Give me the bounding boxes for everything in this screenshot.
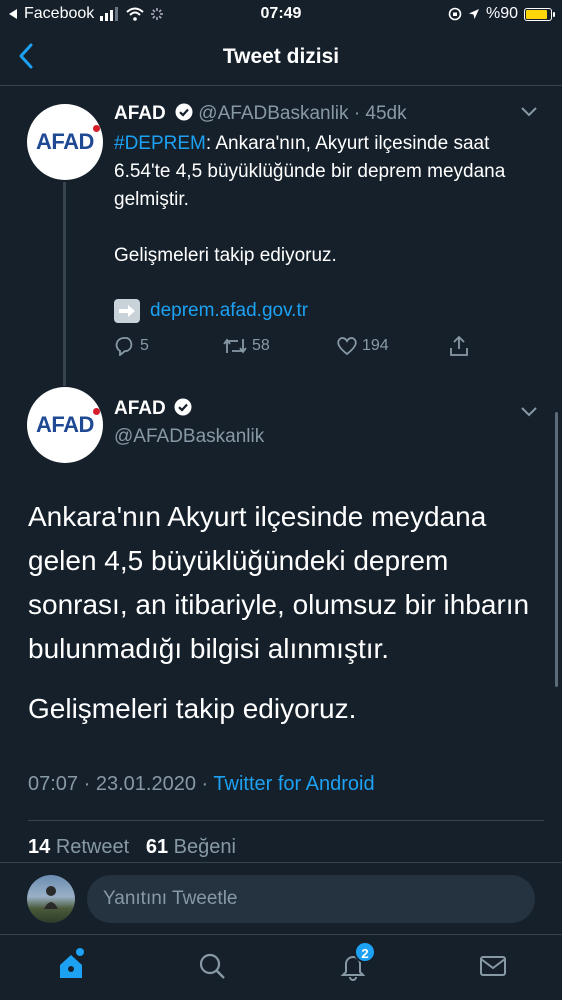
reply-action[interactable]: 5 [114, 336, 149, 356]
reply-count: 5 [140, 337, 149, 354]
link-row: deprem.afad.gov.tr [114, 299, 308, 323]
tweet-text: Ankara'nın Akyurt ilçesinde meydana gele… [28, 495, 543, 747]
user-avatar[interactable] [27, 875, 75, 923]
avatar[interactable]: AFAD [27, 104, 103, 180]
verified-badge-icon [174, 398, 192, 416]
battery-percent: %90 [485, 5, 518, 22]
afad-logo: AFAD [36, 125, 100, 155]
right-arrow-emoji-icon [114, 299, 140, 323]
orientation-lock-icon [448, 7, 462, 21]
thread-connector [63, 182, 66, 386]
retweet-icon [223, 338, 247, 354]
separator: · [353, 103, 361, 124]
tweet-body: Ankara'nın Akyurt ilçesinde meydana gele… [28, 501, 530, 664]
likes-stat[interactable]: 61 Beğeni [146, 836, 236, 858]
external-link[interactable]: deprem.afad.gov.tr [150, 300, 308, 322]
retweet-count: 58 [252, 337, 270, 354]
afad-logo: AFAD [36, 408, 100, 438]
tab-notifications[interactable]: 2 [338, 941, 376, 986]
engagement-counts: 14 Retweet 61 Beğeni [28, 836, 236, 859]
tab-messages[interactable] [478, 951, 508, 986]
tweet-meta: 07:07 · 23.01.2020 · Twitter for Android [28, 773, 375, 796]
verified-badge-icon [175, 103, 193, 121]
share-icon [450, 335, 468, 356]
tab-home[interactable] [56, 948, 86, 986]
nav-bar: Tweet dizisi [0, 30, 562, 86]
battery-icon [524, 7, 555, 21]
tweet-body-2: Gelişmeleri takip ediyoruz. [28, 693, 357, 724]
avatar[interactable]: AFAD [27, 387, 103, 463]
tab-search[interactable] [197, 951, 227, 986]
reply-bar: Yanıtını Tweetle [0, 862, 562, 934]
reply-icon [115, 337, 133, 356]
location-icon [468, 9, 479, 19]
chevron-down-icon[interactable] [520, 106, 538, 118]
mail-icon [480, 956, 506, 976]
tweet-time: 07:07 [28, 773, 79, 795]
author-name[interactable]: AFAD [114, 103, 166, 124]
author-handle[interactable]: @AFADBaskanlik [198, 103, 348, 124]
notification-badge: 2 [354, 941, 376, 963]
retweet-action[interactable]: 58 [222, 336, 270, 356]
client-link[interactable]: Twitter for Android [213, 773, 374, 795]
scrollbar[interactable] [555, 412, 558, 687]
tweet-header: AFAD [114, 398, 192, 420]
separator: · [83, 773, 91, 795]
like-count: 194 [362, 337, 389, 354]
tweet-text: #DEPREM: Ankara'nın, Akyurt ilçesinde sa… [114, 130, 544, 298]
new-content-dot [76, 948, 84, 956]
chevron-down-icon[interactable] [520, 406, 538, 418]
tweet-body-2: Gelişmeleri takip ediyoruz. [114, 245, 337, 266]
tweet-date: 23.01.2020 [95, 773, 196, 795]
status-bar: Facebook 07:49 %90 [0, 0, 562, 30]
tweet-actions: 5 58 194 [114, 334, 474, 360]
tweet-time[interactable]: 45dk [365, 103, 406, 124]
author-handle[interactable]: @AFADBaskanlik [114, 426, 264, 448]
separator: · [201, 773, 209, 795]
divider [28, 820, 544, 821]
like-action[interactable]: 194 [336, 336, 389, 356]
author-name[interactable]: AFAD [114, 398, 166, 419]
tab-bar: 2 [0, 934, 562, 1000]
search-icon [199, 953, 225, 979]
tweet-header: AFAD @AFADBaskanlik · 45dk [114, 103, 407, 125]
page-title: Tweet dizisi [222, 45, 340, 68]
heart-icon [337, 337, 357, 356]
hashtag-link[interactable]: #DEPREM [114, 133, 206, 154]
retweets-stat[interactable]: 14 Retweet [28, 836, 129, 858]
reply-input[interactable]: Yanıtını Tweetle [87, 875, 535, 923]
share-action[interactable] [448, 334, 470, 358]
